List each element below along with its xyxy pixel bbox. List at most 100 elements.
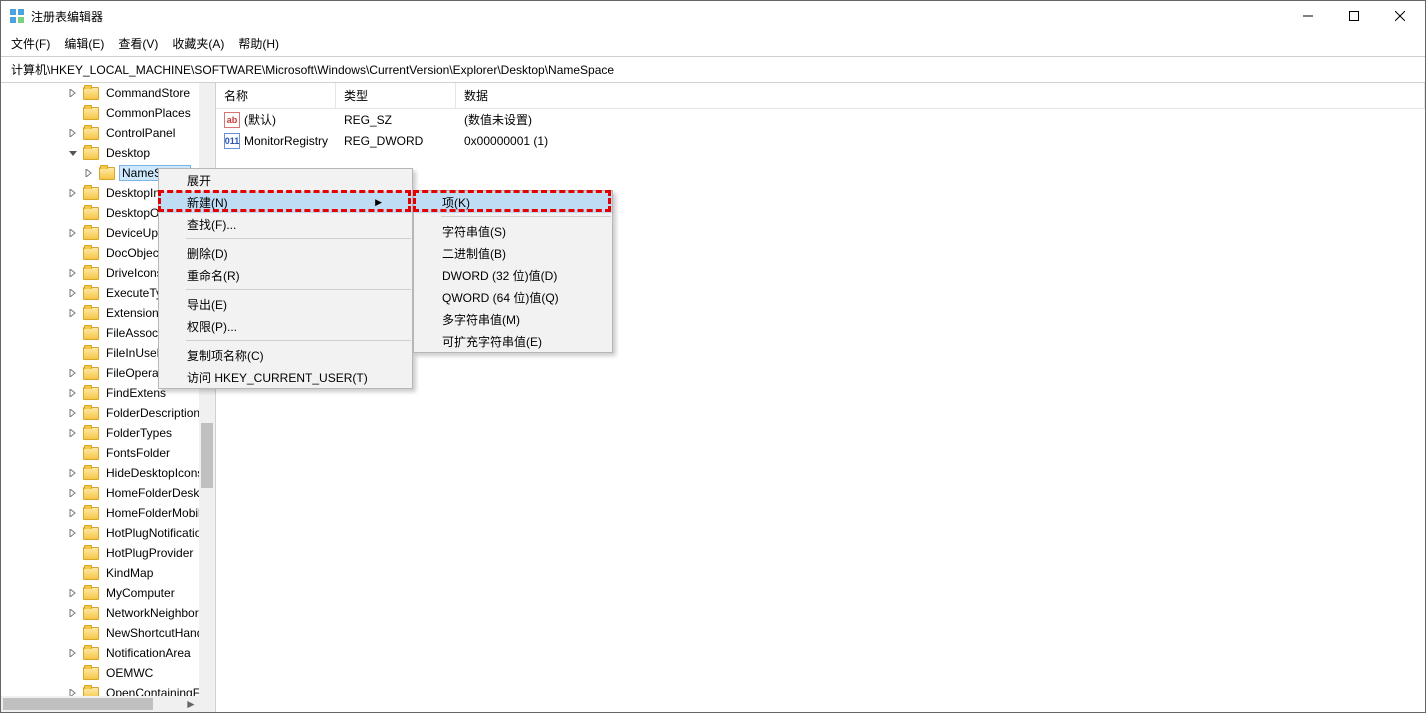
col-type[interactable]: 类型 (336, 83, 456, 108)
menu-item[interactable]: 收藏夹(A) (172, 35, 224, 52)
tree-node[interactable]: CommonPlaces (1, 103, 215, 123)
hscroll-thumb[interactable] (3, 698, 153, 710)
menu-item-label: 复制项名称(C) (187, 347, 264, 364)
address-bar[interactable]: 计算机\HKEY_LOCAL_MACHINE\SOFTWARE\Microsof… (1, 56, 1425, 83)
menu-item[interactable]: 多字符串值(M) (414, 308, 612, 330)
chevron-right-icon[interactable] (67, 387, 79, 399)
menu-item[interactable]: DWORD (32 位)值(D) (414, 264, 612, 286)
menu-item[interactable]: 删除(D) (159, 242, 412, 264)
menu-item[interactable]: 字符串值(S) (414, 220, 612, 242)
folder-icon (83, 407, 99, 420)
scroll-right-icon[interactable]: ► (183, 696, 199, 712)
tree-node[interactable]: HomeFolderDeskto (1, 483, 215, 503)
chevron-right-icon[interactable] (67, 87, 79, 99)
col-name[interactable]: 名称 (216, 83, 336, 108)
value-row[interactable]: 011MonitorRegistryREG_DWORD0x00000001 (1… (216, 130, 1425, 151)
tree-node[interactable]: CommandStore (1, 83, 215, 103)
menu-item[interactable]: 复制项名称(C) (159, 344, 412, 366)
menu-separator (186, 289, 411, 290)
tree-node-label: ControlPanel (103, 125, 178, 141)
expander-placeholder (67, 247, 79, 259)
horizontal-scrollbar[interactable]: ◄ ► (1, 696, 199, 712)
tree-node[interactable]: OEMWC (1, 663, 215, 683)
folder-icon (83, 307, 99, 320)
chevron-right-icon[interactable] (67, 287, 79, 299)
menu-item[interactable]: 查找(F)... (159, 213, 412, 235)
expander-placeholder (67, 667, 79, 679)
tree-node[interactable]: NotificationArea (1, 643, 215, 663)
tree-node-label: DesktopO (103, 205, 162, 221)
close-button[interactable] (1377, 1, 1423, 31)
chevron-right-icon[interactable] (67, 407, 79, 419)
value-data: 0x00000001 (1) (456, 134, 1425, 148)
menu-item-label: 查找(F)... (187, 216, 236, 233)
tree-node[interactable]: HotPlugProvider (1, 543, 215, 563)
col-data[interactable]: 数据 (456, 83, 1425, 108)
values-header[interactable]: 名称 类型 数据 (216, 83, 1425, 109)
menu-item[interactable]: 展开 (159, 169, 412, 191)
chevron-right-icon[interactable] (67, 487, 79, 499)
chevron-right-icon[interactable] (67, 607, 79, 619)
chevron-right-icon[interactable] (67, 647, 79, 659)
menu-item[interactable]: 项(K) (414, 191, 612, 213)
tree-node[interactable]: NetworkNeighborh (1, 603, 215, 623)
menu-item[interactable]: 编辑(E) (64, 35, 104, 52)
value-data: (数值未设置) (456, 111, 1425, 128)
tree-node-label: FileOperat (103, 365, 165, 381)
menu-item[interactable]: 访问 HKEY_CURRENT_USER(T) (159, 366, 412, 388)
tree-node[interactable]: FolderTypes (1, 423, 215, 443)
folder-icon (83, 667, 99, 680)
chevron-right-icon[interactable] (67, 227, 79, 239)
chevron-right-icon[interactable] (83, 167, 95, 179)
chevron-right-icon[interactable] (67, 367, 79, 379)
context-menu[interactable]: 展开新建(N)▶ 查找(F)... 删除(D)重命名(R) 导出(E) 权限(P)...… (158, 168, 413, 389)
value-row[interactable]: ab(默认)REG_SZ(数值未设置) (216, 109, 1425, 130)
menu-item-label: 权限(P)... (187, 318, 237, 335)
menu-item[interactable]: 导出(E) (159, 293, 412, 315)
tree-node[interactable]: FolderDescriptions (1, 403, 215, 423)
chevron-right-icon[interactable] (67, 507, 79, 519)
chevron-right-icon[interactable] (67, 307, 79, 319)
chevron-right-icon[interactable] (67, 127, 79, 139)
menu-item[interactable]: QWORD (64 位)值(Q) (414, 286, 612, 308)
tree-node[interactable]: KindMap (1, 563, 215, 583)
tree-node-label: HideDesktopIcons (103, 465, 206, 481)
maximize-button[interactable] (1331, 1, 1377, 31)
menu-item-label: 多字符串值(M) (442, 311, 520, 328)
chevron-right-icon[interactable] (67, 467, 79, 479)
tree-node[interactable]: NewShortcutHandl (1, 623, 215, 643)
menu-item[interactable]: 帮助(H) (238, 35, 279, 52)
context-submenu[interactable]: 项(K) 字符串值(S)二进制值(B)DWORD (32 位)值(D)QWORD … (413, 190, 613, 353)
menu-separator (441, 216, 611, 217)
chevron-right-icon[interactable] (67, 187, 79, 199)
menu-item[interactable]: 二进制值(B) (414, 242, 612, 264)
menu-item[interactable]: 权限(P)... (159, 315, 412, 337)
tree-node-label: NewShortcutHandl (103, 625, 209, 641)
menu-item[interactable]: 可扩充字符串值(E) (414, 330, 612, 352)
menu-item[interactable]: 重命名(R) (159, 264, 412, 286)
folder-icon (83, 647, 99, 660)
menu-item[interactable]: 查看(V) (118, 35, 158, 52)
chevron-down-icon[interactable] (67, 147, 79, 159)
folder-icon (83, 367, 99, 380)
tree-node[interactable]: FontsFolder (1, 443, 215, 463)
tree-node[interactable]: HotPlugNotification (1, 523, 215, 543)
value-type: REG_SZ (336, 113, 456, 127)
menu-item[interactable]: 文件(F) (11, 35, 50, 52)
tree-node-label: MyComputer (103, 585, 178, 601)
tree-node[interactable]: Desktop (1, 143, 215, 163)
tree-node[interactable]: HomeFolderMobile (1, 503, 215, 523)
chevron-right-icon[interactable] (67, 587, 79, 599)
menu-item-label: 访问 HKEY_CURRENT_USER(T) (187, 369, 368, 386)
folder-icon (83, 467, 99, 480)
folder-icon (83, 487, 99, 500)
chevron-right-icon[interactable] (67, 267, 79, 279)
chevron-right-icon[interactable] (67, 527, 79, 539)
menu-item[interactable]: 新建(N)▶ (159, 191, 412, 213)
scroll-thumb[interactable] (201, 423, 213, 488)
tree-node[interactable]: ControlPanel (1, 123, 215, 143)
tree-node[interactable]: MyComputer (1, 583, 215, 603)
tree-node[interactable]: HideDesktopIcons (1, 463, 215, 483)
chevron-right-icon[interactable] (67, 427, 79, 439)
minimize-button[interactable] (1285, 1, 1331, 31)
